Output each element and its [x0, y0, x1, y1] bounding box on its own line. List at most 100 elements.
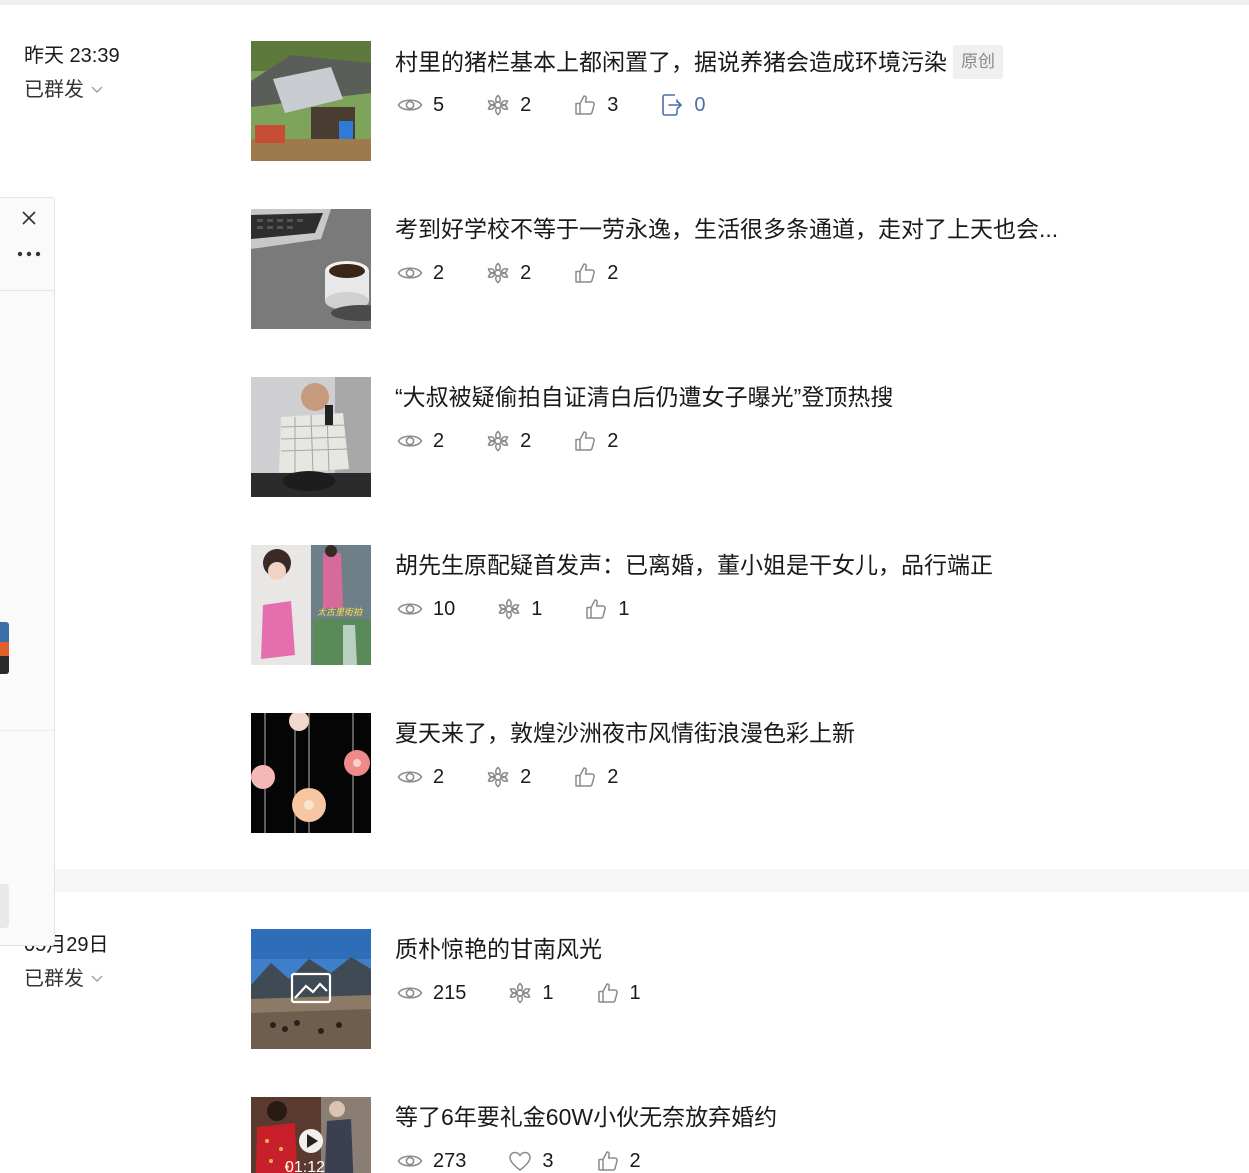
top-divider [0, 0, 1249, 5]
forward-stat[interactable]: 0 [660, 91, 706, 119]
wechat-share-stat: 2 [486, 427, 531, 455]
thumbs-up-icon [597, 983, 618, 1003]
views-count: 2 [433, 262, 445, 284]
article-title[interactable]: 考到好学校不等于一劳永逸，生活很多条通道，走对了上天也会... [395, 213, 1058, 245]
publish-status-label: 已群发 [24, 79, 84, 101]
group-divider [0, 869, 1249, 892]
publish-status-dropdown[interactable]: 已群发 [24, 965, 109, 993]
floating-side-panel [0, 197, 55, 946]
likes-count: 1 [629, 982, 641, 1004]
thumbnail-caption: 太古里街拍 [317, 608, 363, 618]
eye-icon [397, 435, 423, 447]
article-item[interactable]: 村里的猪栏基本上都闲置了，据说养猪会造成环境污染 原创 5 2 3 0 [251, 41, 1241, 161]
views-count: 2 [433, 430, 445, 452]
article-thumbnail[interactable]: 01:12 [251, 1097, 371, 1173]
thumbs-up-icon [575, 95, 596, 115]
eye-icon [397, 267, 423, 279]
article-item[interactable]: 考到好学校不等于一劳永逸，生活很多条通道，走对了上天也会... 2 2 2 [251, 209, 1241, 329]
wechat-share-icon [487, 766, 509, 788]
wechat-share-count: 2 [520, 430, 532, 452]
article-title[interactable]: 质朴惊艳的甘南风光 [395, 933, 602, 965]
article-thumbnail[interactable] [251, 929, 371, 1049]
eye-icon [397, 987, 423, 999]
wechat-share-stat: 2 [486, 259, 531, 287]
panel-tab[interactable] [0, 884, 9, 928]
wechat-share-stat: 1 [497, 595, 542, 623]
views-stat: 215 [397, 979, 466, 1007]
wechat-share-icon [487, 94, 509, 116]
thumbs-up-icon [575, 263, 596, 283]
article-title[interactable]: “大叔被疑偷拍自证清白后仍遭女子曝光”登顶热搜 [395, 381, 893, 413]
article-title[interactable]: 等了6年要礼金60W小伙无奈放弃婚约 [395, 1101, 777, 1133]
publish-date: 昨天 23:39 [24, 45, 120, 67]
article-item[interactable]: 01:12 等了6年要礼金60W小伙无奈放弃婚约 273 3 2 [251, 1097, 1241, 1173]
wechat-share-count: 2 [520, 766, 532, 788]
hearts-stat: 3 [508, 1147, 554, 1173]
eye-icon [397, 99, 423, 111]
likes-count: 3 [607, 94, 619, 116]
likes-stat: 2 [573, 259, 618, 287]
views-count: 5 [433, 94, 445, 116]
wechat-share-icon [498, 598, 520, 620]
wechat-share-stat: 2 [486, 91, 531, 119]
article-stats: 273 3 2 [397, 1147, 683, 1173]
thumbs-up-icon [597, 1151, 618, 1171]
article-thumbnail[interactable] [251, 41, 371, 161]
likes-stat: 2 [573, 427, 618, 455]
article-stats: 2 2 2 [397, 427, 660, 455]
article-item[interactable]: “大叔被疑偷拍自证清白后仍遭女子曝光”登顶热搜 2 2 2 [251, 377, 1241, 497]
likes-stat: 2 [573, 763, 618, 791]
chevron-down-icon [91, 975, 103, 982]
views-stat: 273 [397, 1147, 466, 1173]
thumbs-up-icon [575, 431, 596, 451]
views-count: 2 [433, 766, 445, 788]
wechat-share-stat: 2 [486, 763, 531, 791]
eye-icon [397, 771, 423, 783]
article-thumbnail[interactable] [251, 713, 371, 833]
more-icon[interactable] [16, 246, 42, 262]
likes-count: 2 [629, 1150, 641, 1172]
eye-icon [397, 1155, 423, 1167]
article-item[interactable]: 夏天来了，敦煌沙洲夜市风情街浪漫色彩上新 2 2 2 [251, 713, 1241, 833]
wechat-share-icon [487, 430, 509, 452]
views-stat: 2 [397, 427, 444, 455]
article-thumbnail[interactable] [251, 377, 371, 497]
article-title[interactable]: 夏天来了，敦煌沙洲夜市风情街浪漫色彩上新 [395, 717, 855, 749]
article-thumbnail[interactable] [251, 209, 371, 329]
article-title[interactable]: 村里的猪栏基本上都闲置了，据说养猪会造成环境污染 [395, 46, 947, 78]
publish-status-dropdown[interactable]: 已群发 [24, 76, 120, 104]
views-count: 10 [433, 598, 456, 620]
thumbs-up-icon [575, 767, 596, 787]
article-thumbnail[interactable]: 太古里街拍 [251, 545, 371, 665]
wechat-share-count: 1 [542, 982, 554, 1004]
wechat-share-stat: 1 [508, 979, 554, 1007]
likes-count: 1 [618, 598, 630, 620]
wechat-share-count: 1 [531, 598, 543, 620]
thumbs-up-icon [586, 599, 607, 619]
likes-count: 2 [607, 430, 619, 452]
eye-icon [397, 603, 423, 615]
article-stats: 215 1 1 [397, 979, 683, 1007]
article-item[interactable]: 质朴惊艳的甘南风光 215 1 1 [251, 929, 1241, 1049]
likes-stat: 3 [573, 91, 618, 119]
wechat-share-count: 2 [520, 262, 532, 284]
likes-stat: 2 [596, 1147, 641, 1173]
views-stat: 2 [397, 763, 444, 791]
group-date-column: 昨天 23:39 已群发 [24, 42, 120, 104]
close-icon[interactable] [19, 208, 39, 228]
likes-count: 2 [607, 262, 619, 284]
panel-thumbnail[interactable] [0, 622, 9, 674]
article-title[interactable]: 胡先生原配疑首发声：已离婚，董小姐是干女儿，品行端正 [395, 549, 993, 581]
wechat-share-icon [487, 262, 509, 284]
likes-stat: 1 [596, 979, 641, 1007]
article-stats: 2 2 2 [397, 259, 660, 287]
article-stats: 5 2 3 0 [397, 91, 748, 119]
article-item[interactable]: 太古里街拍 胡先生原配疑首发声：已离婚，董小姐是干女儿，品行端正 10 1 1 [251, 545, 1241, 665]
panel-divider [0, 290, 54, 291]
wechat-share-icon [509, 982, 531, 1004]
chevron-down-icon [91, 86, 103, 93]
forward-icon [662, 94, 683, 116]
panel-divider [0, 730, 54, 731]
original-badge: 原创 [953, 45, 1003, 79]
video-duration: 01:12 [285, 1159, 326, 1173]
